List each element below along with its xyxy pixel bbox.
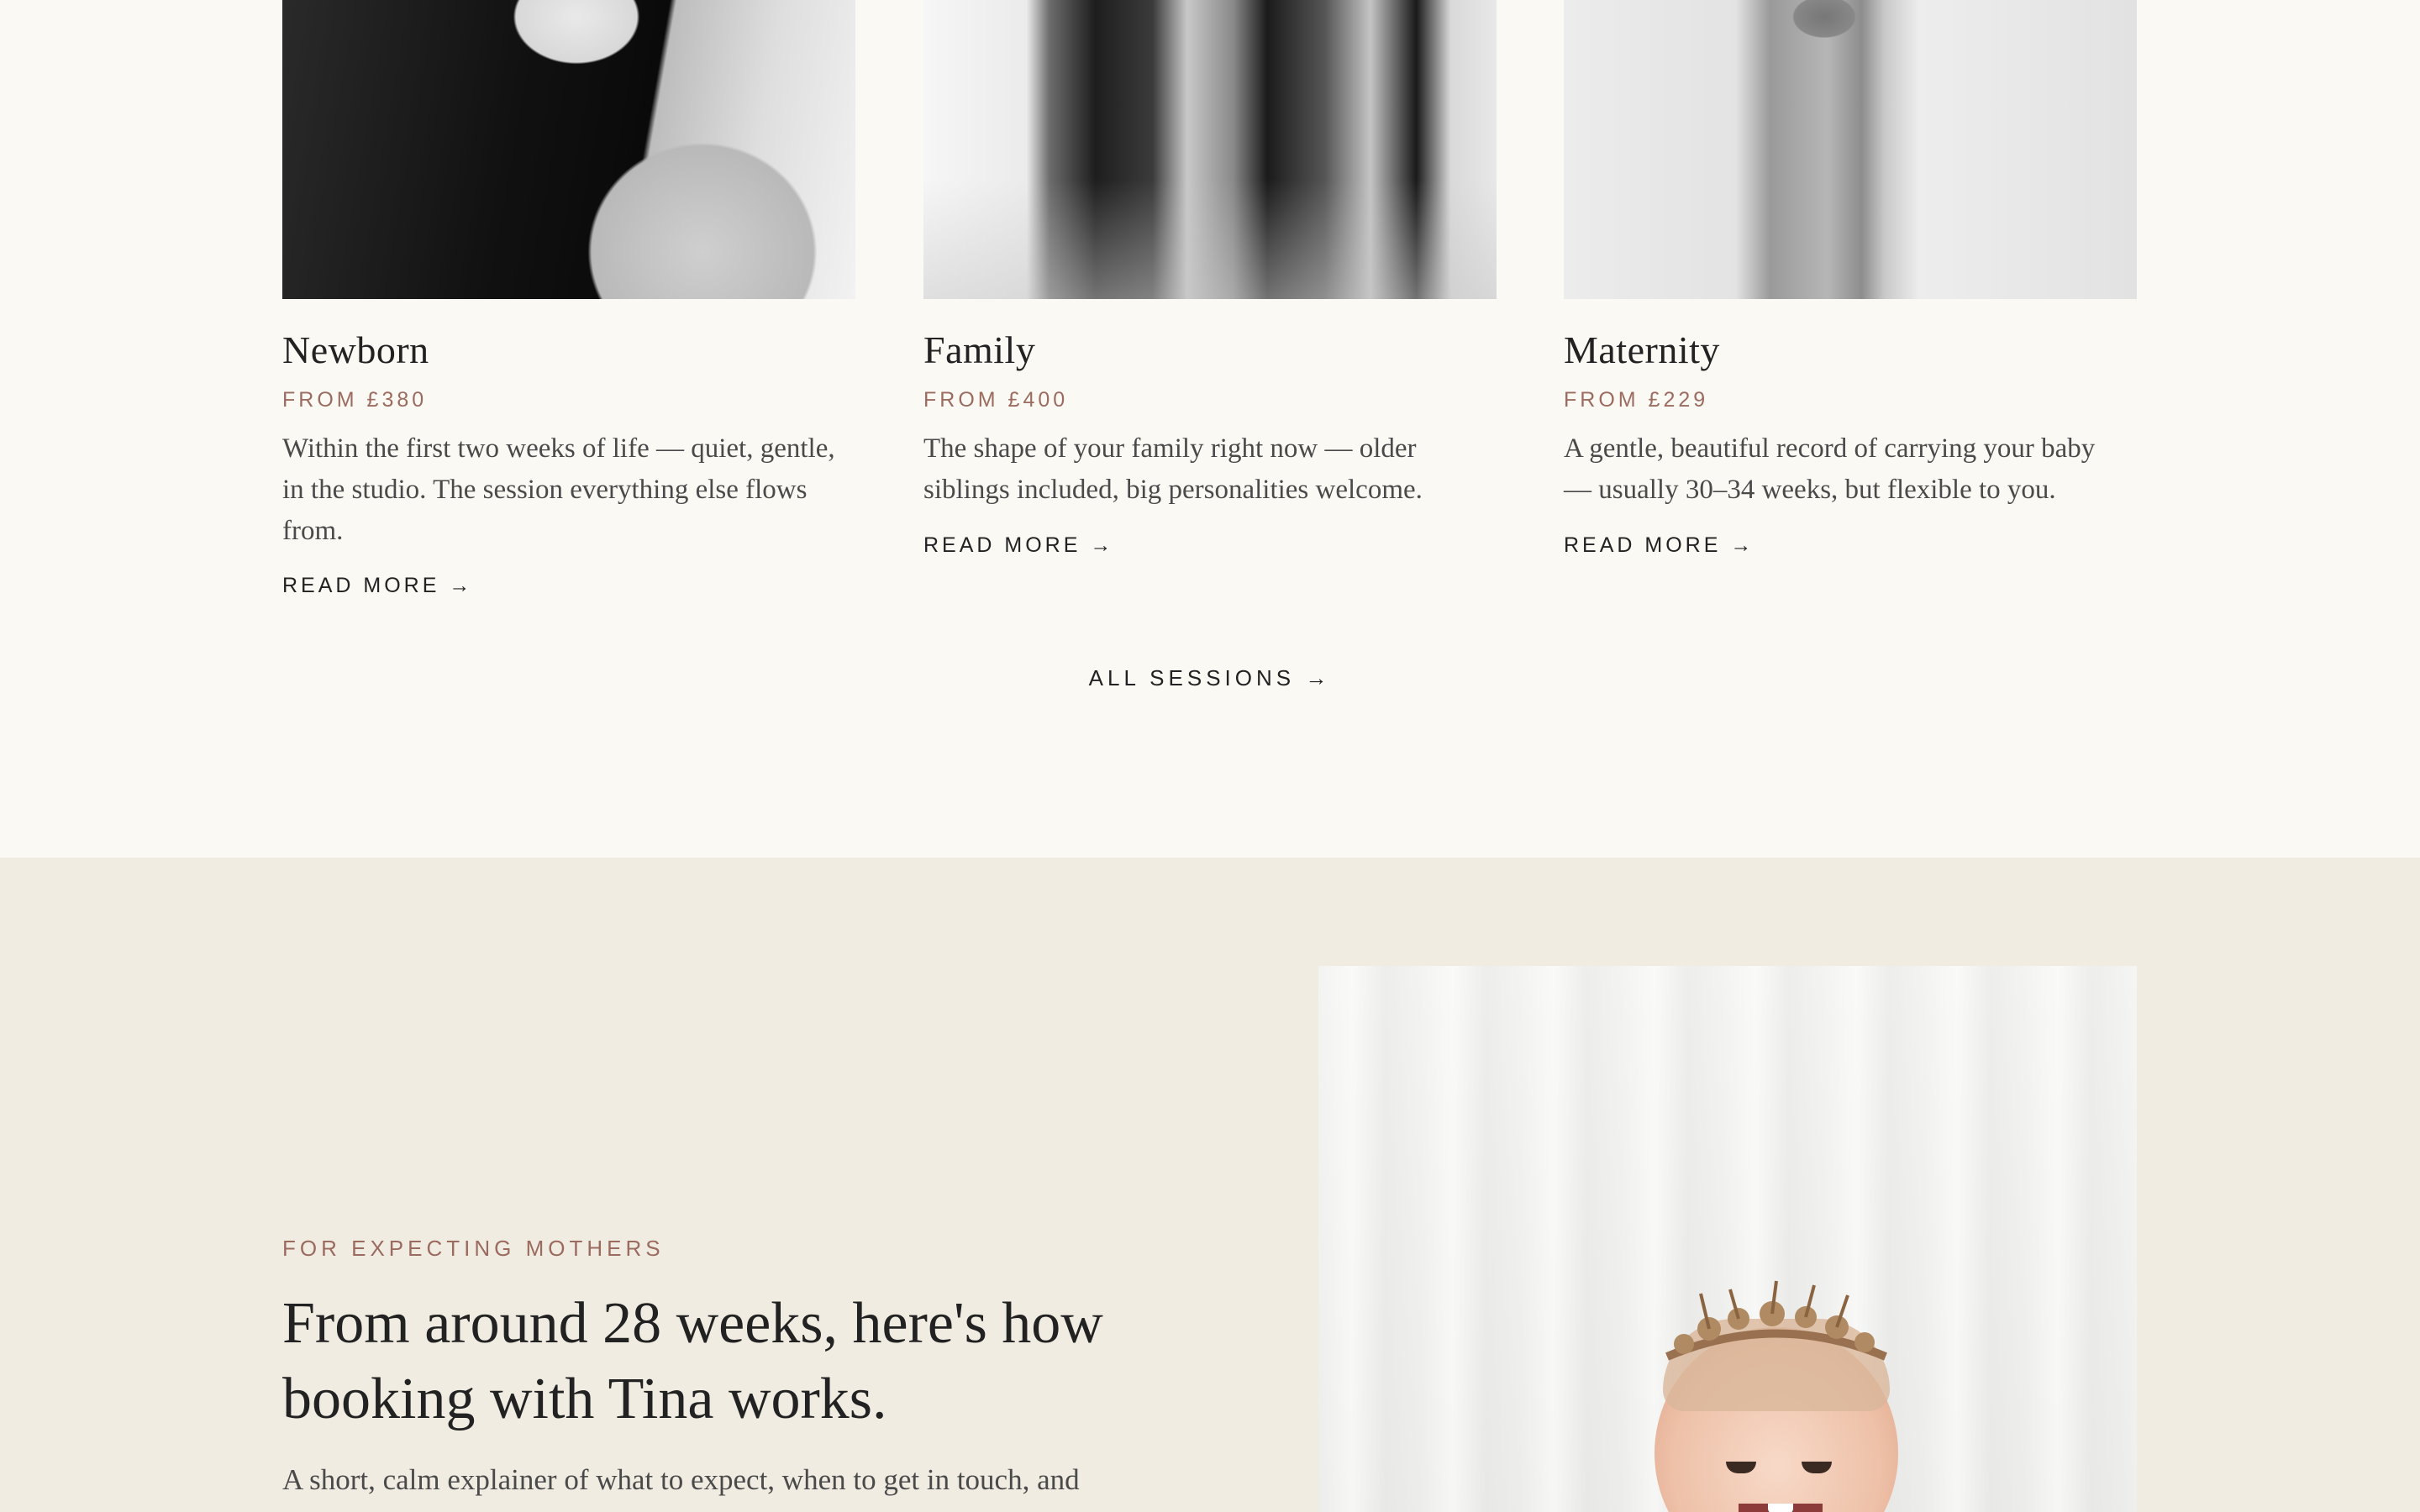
read-more-link-family[interactable]: READ MORE → (923, 533, 1114, 558)
expecting-mothers-section: FOR EXPECTING MOTHERS From around 28 wee… (0, 858, 2420, 1512)
section-intro: A short, calm explainer of what to expec… (282, 1463, 1080, 1496)
read-more-link-newborn[interactable]: READ MORE → (282, 574, 473, 598)
session-price: FROM £400 (923, 388, 1069, 412)
session-description: The shape of your family right now — old… (923, 433, 1423, 505)
sessions-section: Newborn FROM £380 Within the first two w… (0, 0, 2420, 858)
all-sessions-link[interactable]: ALL SESSIONS → (0, 665, 2420, 691)
session-description: Within the first two weeks of life — qui… (282, 433, 835, 546)
maternity-photo (1564, 0, 2137, 299)
session-card-maternity: Maternity FROM £229 A gentle, beautiful … (1564, 0, 2137, 557)
session-price: FROM £229 (1564, 388, 1709, 412)
session-description: A gentle, beautiful record of carrying y… (1564, 433, 2096, 505)
session-card-newborn: Newborn FROM £380 Within the first two w… (282, 0, 855, 597)
session-title: Newborn (282, 328, 429, 371)
flower-crown-icon (1665, 1280, 1887, 1361)
section-eyebrow: FOR EXPECTING MOTHERS (282, 1236, 665, 1261)
session-card-family: Family FROM £400 The shape of your famil… (923, 0, 1497, 557)
smiling-baby-photo (1318, 966, 2137, 1512)
session-title: Family (923, 328, 1036, 371)
read-more-link-maternity[interactable]: READ MORE → (1564, 533, 1754, 558)
family-photo (923, 0, 1497, 299)
newborn-photo (282, 0, 855, 299)
section-headline: From around 28 weeks, here's how booking… (282, 1291, 1103, 1431)
session-price: FROM £380 (282, 388, 428, 412)
session-title: Maternity (1564, 328, 1720, 371)
baby-tooth (1768, 1504, 1793, 1512)
